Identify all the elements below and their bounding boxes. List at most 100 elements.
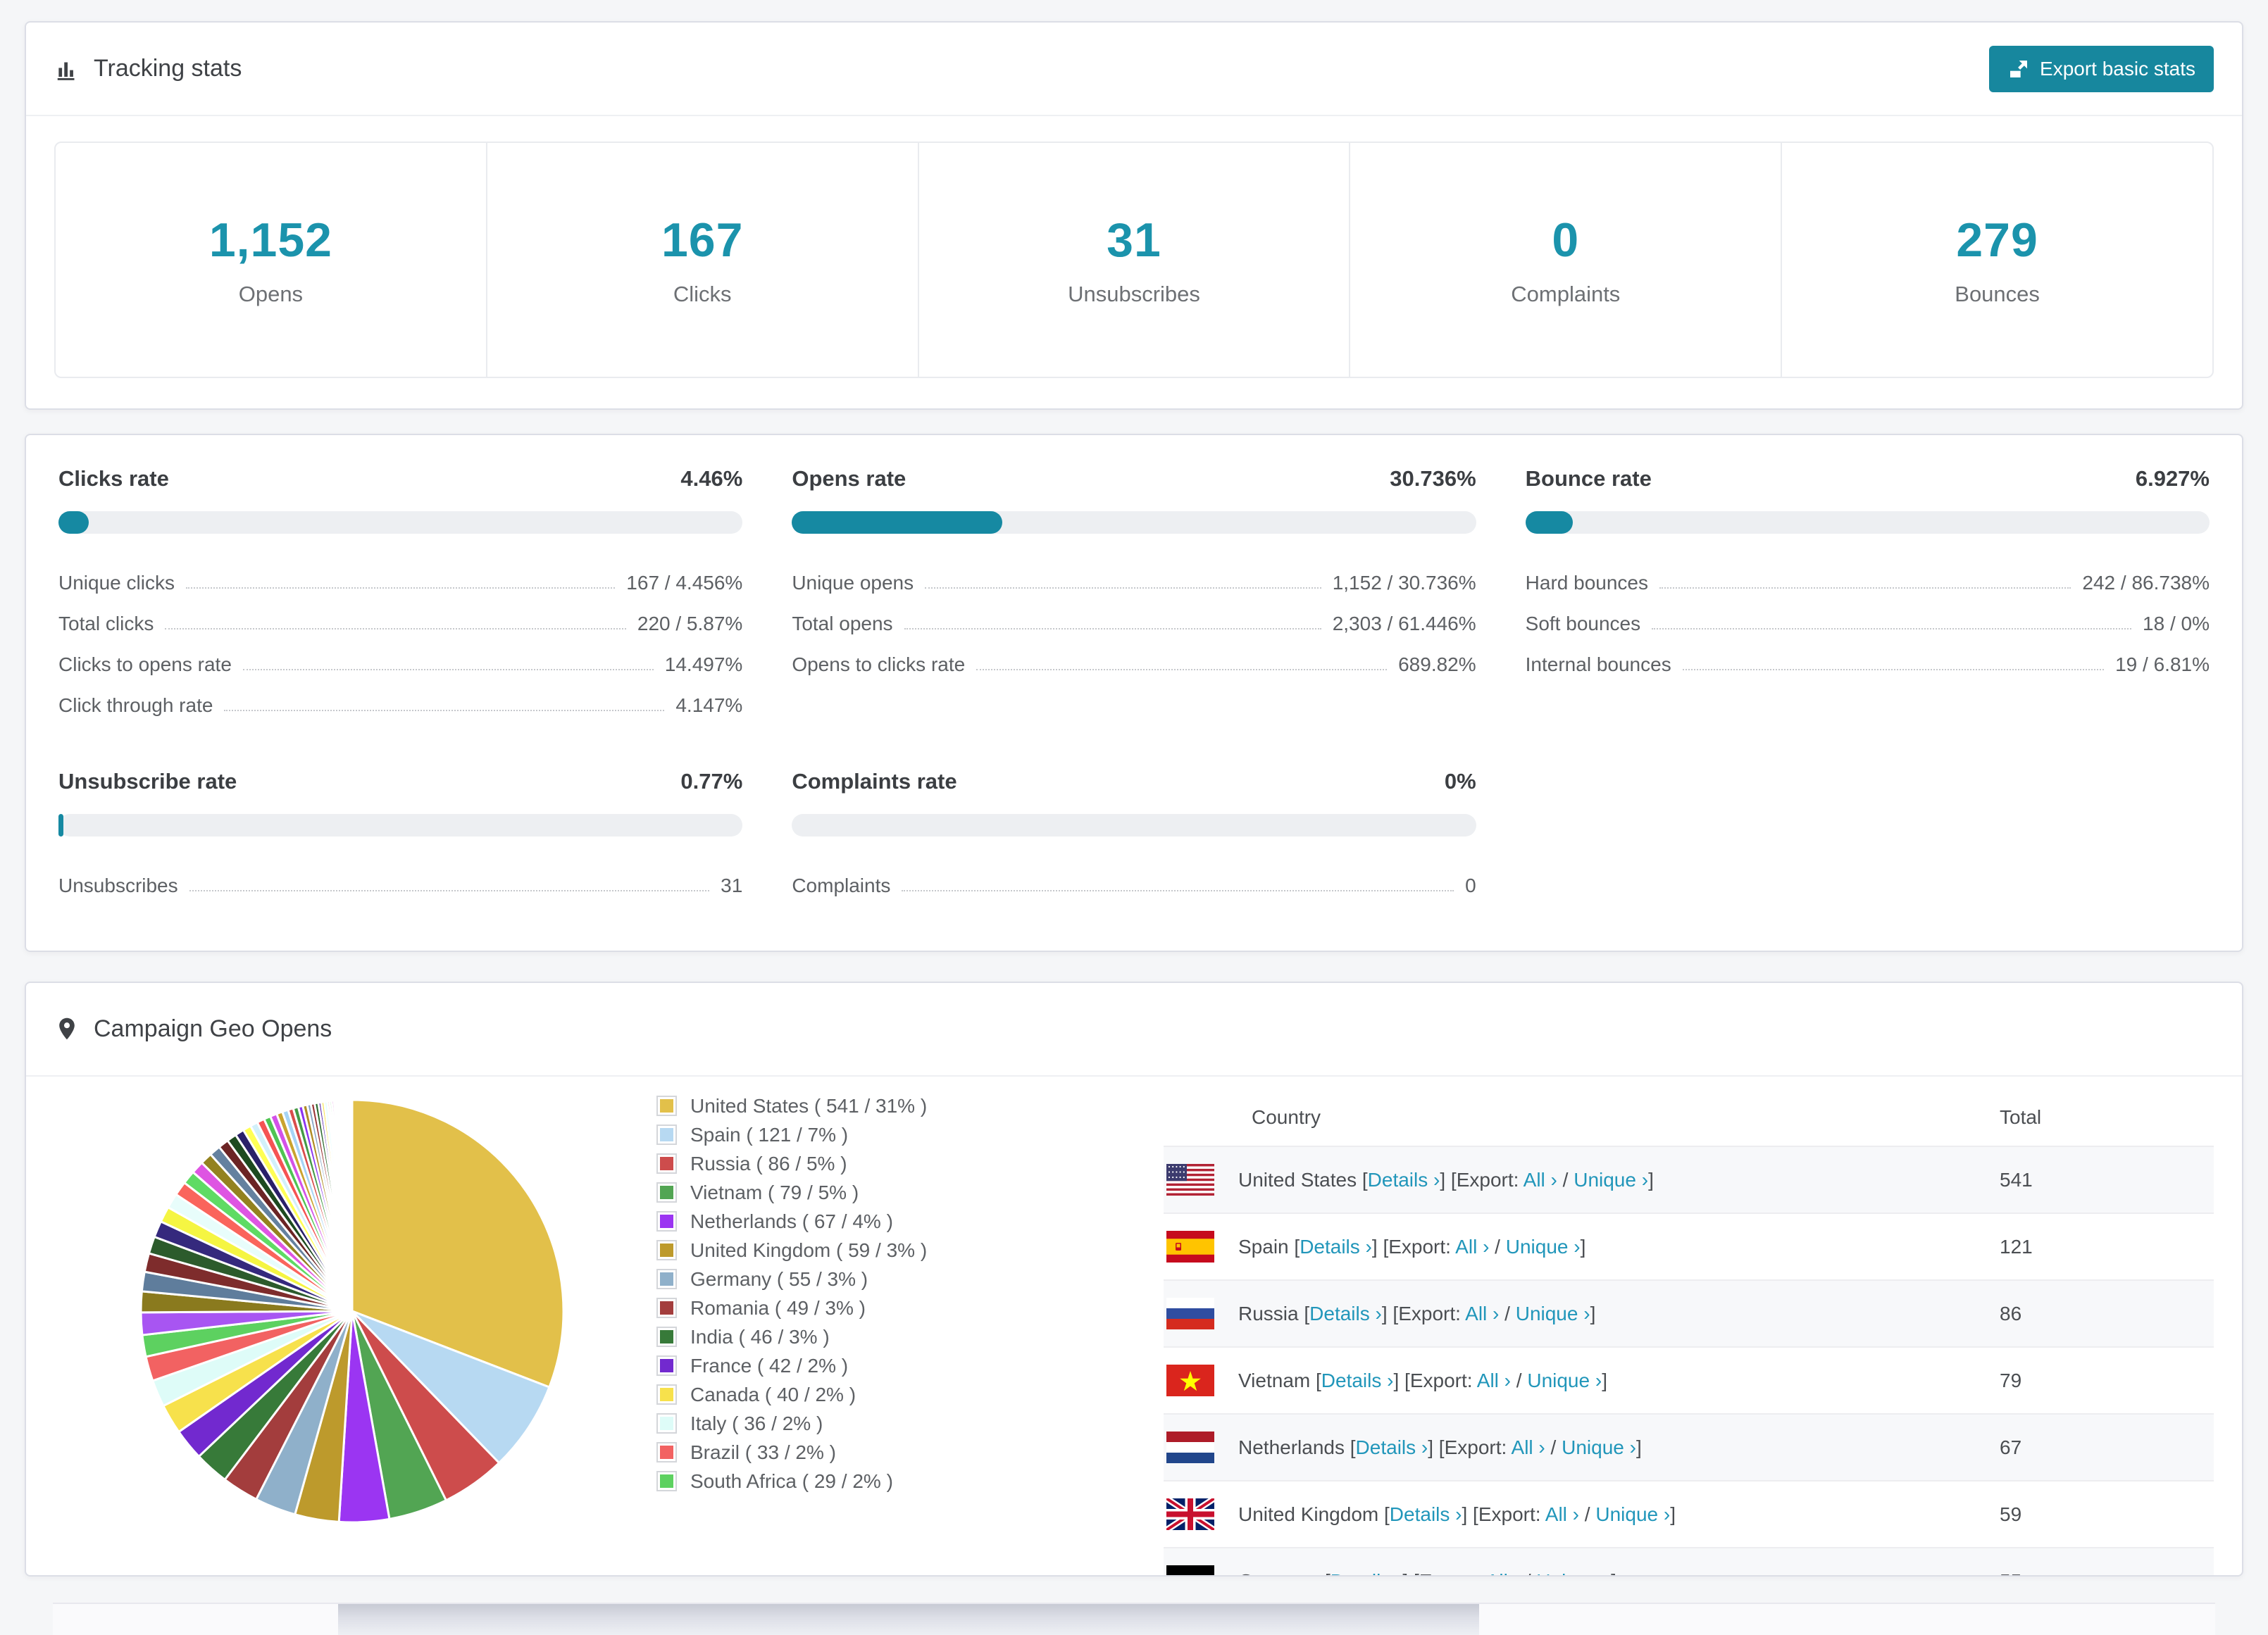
details-link[interactable]: Details › — [1331, 1570, 1403, 1576]
legend-item-south-africa[interactable]: South Africa ( 29 / 2% ) — [656, 1467, 1019, 1496]
column-header-country: Country — [1252, 1106, 1321, 1128]
country-links: Germany [Details ›] [Export: All › / Uni… — [1238, 1570, 1616, 1576]
legend-swatch — [656, 1298, 677, 1318]
bracket: ] [Export: — [1371, 1235, 1456, 1258]
geo-opens-card: Campaign Geo Opens United States ( 541 /… — [25, 982, 2243, 1577]
legend-swatch — [656, 1125, 677, 1145]
export-unique-link[interactable]: Unique › — [1506, 1236, 1581, 1258]
export-all-link[interactable]: All › — [1545, 1503, 1579, 1525]
bracket: ] [Export: — [1462, 1503, 1545, 1525]
bracket: [ — [1362, 1168, 1368, 1191]
stat-label: Clicks — [673, 282, 732, 306]
legend-item-vietnam[interactable]: Vietnam ( 79 / 5% ) — [656, 1178, 1019, 1207]
legend-item-romania[interactable]: Romania ( 49 / 3% ) — [656, 1293, 1019, 1322]
rate-detail-label: Click through rate — [58, 694, 213, 716]
export-all-link[interactable]: All › — [1524, 1169, 1557, 1191]
geo-content: United States ( 541 / 31% ) Spain ( 121 /… — [26, 1077, 2242, 1576]
table-row-vn: Vietnam [Details ›] [Export: All › / Uni… — [1164, 1347, 2214, 1414]
legend-item-india[interactable]: India ( 46 / 3% ) — [656, 1322, 1019, 1351]
export-unique-link[interactable]: Unique › — [1574, 1169, 1648, 1191]
export-all-link[interactable]: All › — [1477, 1370, 1511, 1391]
rate-detail-row: Total opens 2,303 / 61.446% — [792, 600, 1476, 641]
legend-item-italy[interactable]: Italy ( 36 / 2% ) — [656, 1409, 1019, 1438]
legend-item-netherlands[interactable]: Netherlands ( 67 / 4% ) — [656, 1207, 1019, 1236]
summary-stat-bounces: 279 Bounces — [1782, 143, 2212, 377]
country-total: 541 — [2000, 1146, 2214, 1213]
legend-swatch — [656, 1471, 677, 1491]
bracket: ] [Export: — [1393, 1369, 1477, 1391]
table-row-es: Spain [Details ›] [Export: All › / Uniqu… — [1164, 1213, 2214, 1280]
flag-icon-us — [1166, 1164, 1214, 1196]
rate-detail-rows: Unique clicks 167 / 4.456% Total clicks 220… — [58, 559, 742, 722]
progress-bar-track — [792, 814, 1476, 837]
country-cell-td: Russia [Details ›] [Export: All › / Uniq… — [1164, 1280, 2000, 1347]
details-link[interactable]: Details › — [1390, 1503, 1462, 1525]
dotted-leader — [224, 710, 665, 711]
legend-item-canada[interactable]: Canada ( 40 / 2% ) — [656, 1380, 1019, 1409]
dotted-leader — [189, 890, 710, 891]
rate-detail-label: Internal bounces — [1525, 653, 1671, 675]
country-cell-td: Germany [Details ›] [Export: All › / Uni… — [1164, 1548, 2000, 1576]
legend-item-united-kingdom[interactable]: United Kingdom ( 59 / 3% ) — [656, 1236, 1019, 1265]
rate-bounce-rate: Bounce rate 6.927% Hard bounces 242 / 86.73… — [1525, 466, 2210, 722]
progress-bar-track — [1525, 511, 2210, 534]
export-icon — [2007, 58, 2030, 80]
bracket: ] — [1590, 1302, 1596, 1324]
rate-value: 0% — [1444, 769, 1476, 794]
legend-item-germany[interactable]: Germany ( 55 / 3% ) — [656, 1265, 1019, 1293]
export-unique-link[interactable]: Unique › — [1516, 1303, 1590, 1324]
export-unique-link[interactable]: Unique › — [1562, 1436, 1636, 1458]
details-link[interactable]: Details › — [1309, 1303, 1382, 1324]
rate-detail-rows: Complaints 0 — [792, 862, 1476, 903]
country-total: 67 — [2000, 1414, 2214, 1481]
progress-bar-track — [58, 511, 743, 534]
legend-label: Netherlands ( 67 / 4% ) — [690, 1210, 893, 1232]
rate-header: Clicks rate 4.46% — [58, 466, 742, 491]
legend-item-united-states[interactable]: United States ( 541 / 31% ) — [656, 1091, 1019, 1120]
rates-card: Clicks rate 4.46% Unique clicks 167 / 4.456… — [25, 434, 2243, 952]
geo-opens-header: Campaign Geo Opens — [26, 983, 2242, 1077]
details-link[interactable]: Details › — [1356, 1436, 1428, 1458]
country-cell: United Kingdom [Details ›] [Export: All … — [1164, 1481, 2000, 1547]
legend-label: Canada ( 40 / 2% ) — [690, 1383, 856, 1405]
dotted-leader — [1682, 669, 2105, 670]
legend-item-spain[interactable]: Spain ( 121 / 7% ) — [656, 1120, 1019, 1149]
rate-opens-rate: Opens rate 30.736% Unique opens 1,152 / 30.… — [792, 466, 1476, 722]
legend-item-france[interactable]: France ( 42 / 2% ) — [656, 1351, 1019, 1380]
export-unique-link[interactable]: Unique › — [1595, 1503, 1670, 1525]
legend-label: Russia ( 86 / 5% ) — [690, 1152, 847, 1174]
country-links: Vietnam [Details ›] [Export: All › / Uni… — [1238, 1370, 1607, 1392]
bracket: ] [Export: — [1440, 1168, 1524, 1191]
country-cell: Russia [Details ›] [Export: All › / Uniq… — [1164, 1281, 2000, 1346]
legend-item-russia[interactable]: Russia ( 86 / 5% ) — [656, 1149, 1019, 1178]
export-basic-stats-button[interactable]: Export basic stats — [1989, 45, 2214, 92]
horizontal-scrollbar-thumb[interactable] — [338, 1604, 1479, 1635]
export-all-link[interactable]: All › — [1486, 1570, 1520, 1576]
export-unique-link[interactable]: Unique › — [1527, 1370, 1602, 1391]
rate-detail-row: Unique clicks 167 / 4.456% — [58, 559, 742, 600]
summary-stat-complaints: 0 Complaints — [1350, 143, 1783, 377]
rate-detail-label: Complaints — [792, 875, 891, 896]
table-row-us: United States [Details ›] [Export: All ›… — [1164, 1146, 2214, 1213]
flag-icon-de — [1166, 1565, 1214, 1575]
rate-detail-row: Hard bounces 242 / 86.738% — [1526, 559, 2210, 600]
legend-label: France ( 42 / 2% ) — [690, 1354, 849, 1377]
legend-label: India ( 46 / 3% ) — [690, 1325, 830, 1348]
details-link[interactable]: Details › — [1300, 1236, 1372, 1258]
slash: / — [1511, 1369, 1528, 1391]
country-total: 79 — [2000, 1369, 2022, 1391]
bracket: [ — [1325, 1570, 1331, 1576]
export-all-link[interactable]: All › — [1465, 1303, 1499, 1324]
table-row-gb: United Kingdom [Details ›] [Export: All … — [1164, 1481, 2214, 1548]
export-all-link[interactable]: All › — [1512, 1436, 1545, 1458]
details-link[interactable]: Details › — [1321, 1370, 1394, 1391]
rate-detail-value: 220 / 5.87% — [637, 613, 743, 634]
legend-item-brazil[interactable]: Brazil ( 33 / 2% ) — [656, 1438, 1019, 1467]
slash: / — [1489, 1235, 1506, 1258]
flag-icon-ru — [1166, 1298, 1214, 1329]
export-unique-link[interactable]: Unique › — [1536, 1570, 1611, 1576]
details-link[interactable]: Details › — [1368, 1169, 1440, 1191]
stat-value: 0 — [1552, 213, 1580, 267]
legend-swatch — [656, 1182, 677, 1203]
export-all-link[interactable]: All › — [1455, 1236, 1489, 1258]
